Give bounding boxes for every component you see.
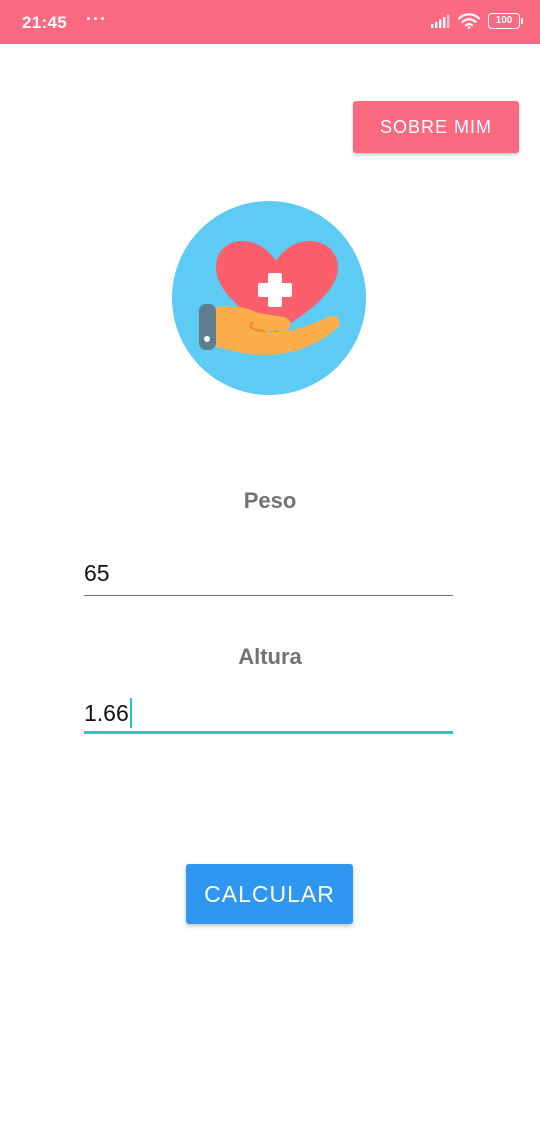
text-cursor xyxy=(129,698,132,728)
height-label: Altura xyxy=(238,644,302,669)
sobre-mim-button[interactable]: SOBRE MIM xyxy=(353,101,519,153)
weight-value: 65 xyxy=(84,560,110,586)
status-time: 21:45 xyxy=(22,13,67,32)
battery-icon: 100 xyxy=(488,13,523,29)
height-input[interactable]: 1.66 xyxy=(84,692,453,734)
status-icons: 100 xyxy=(430,13,523,29)
calcular-button[interactable]: CALCULAR xyxy=(186,864,353,924)
battery-level: 100 xyxy=(495,15,513,26)
weight-input[interactable]: 65 xyxy=(84,554,453,596)
status-bar: 21:45 ··· 100 xyxy=(0,0,540,44)
health-care-logo-icon xyxy=(172,201,366,395)
more-notifications-icon: ··· xyxy=(86,9,107,29)
weight-label: Peso xyxy=(243,488,297,513)
height-value: 1.66 xyxy=(84,700,129,726)
app-screen: 21:45 ··· 100 SOBRE MIM Peso 65 Altura 1… xyxy=(0,0,540,1140)
wifi-icon xyxy=(458,13,480,29)
signal-icon xyxy=(431,14,450,28)
